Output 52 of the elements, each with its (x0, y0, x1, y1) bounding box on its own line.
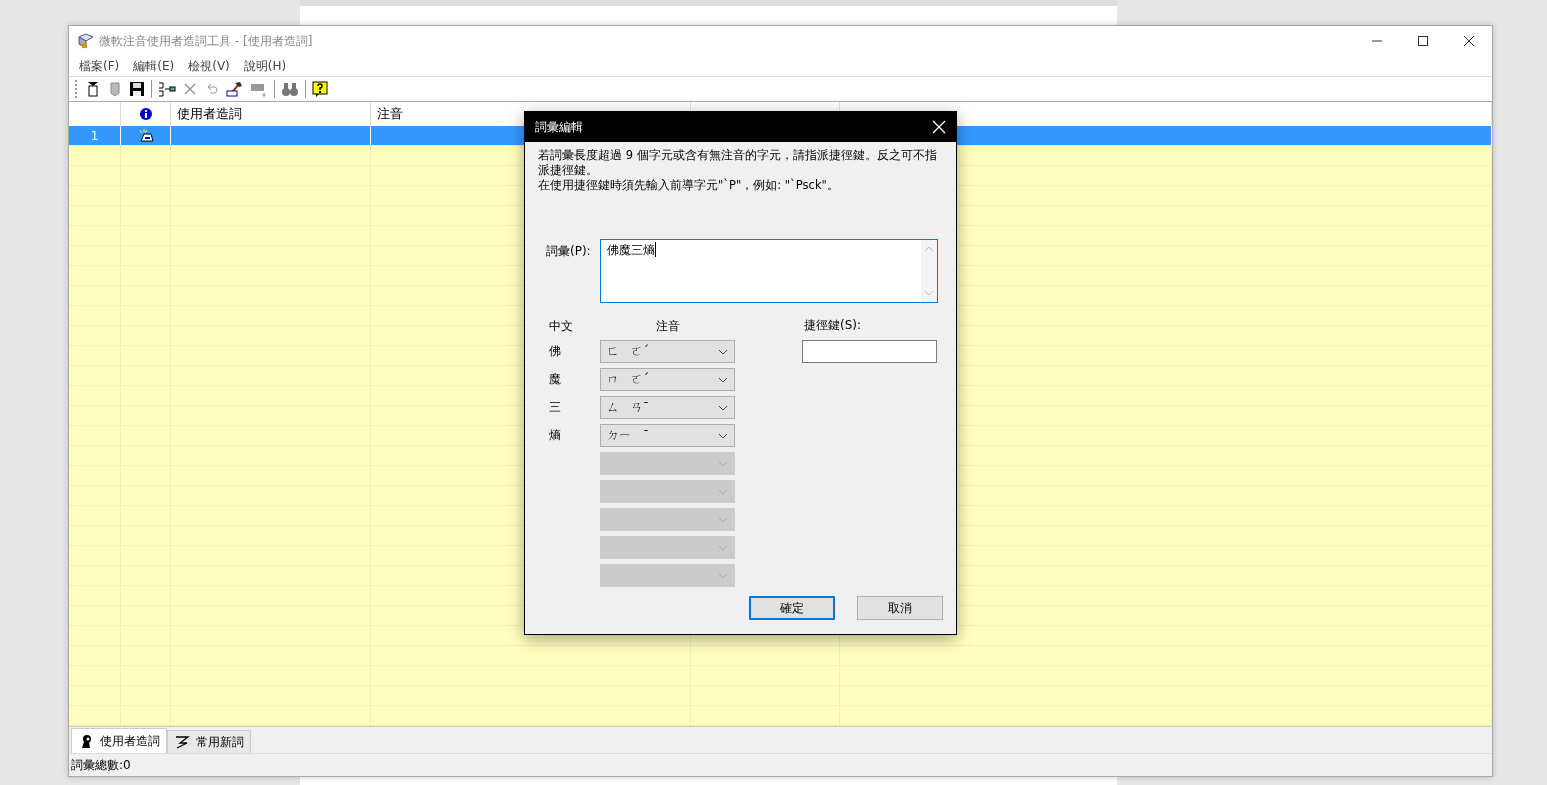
character-label: 三 (548, 399, 562, 416)
phrase-field[interactable]: 佛魔三熵 (600, 239, 938, 303)
instruction-text: 若詞彙長度超過 9 個字元或含有無注音的字元，請指派捷徑鍵。反之可不指派捷徑鍵。 (538, 148, 938, 178)
chevron-down-icon (718, 432, 728, 439)
dialog-title: 詞彙編輯 (535, 118, 583, 136)
window-title: 微軟注音使用者造詞工具 - [使用者造詞] (99, 32, 313, 50)
reading-dropdown[interactable]: ㄈ ㄛˊ (600, 340, 735, 363)
help-icon[interactable] (312, 81, 328, 97)
field-label: 捷徑鍵(S): (803, 317, 863, 334)
chevron-down-icon (718, 460, 728, 467)
tab[interactable]: 使用者造詞 (71, 728, 167, 753)
dialog-button[interactable]: 取消 (857, 596, 943, 620)
new-entry-icon (137, 128, 154, 143)
new-document-icon[interactable] (85, 81, 101, 97)
field-label: 詞彙(P): (545, 243, 592, 260)
reading-dropdown[interactable]: ㄇ ㄛˊ (600, 368, 735, 391)
scroll-down-icon[interactable] (924, 290, 934, 296)
close-button[interactable] (932, 120, 946, 134)
hammer-icon[interactable] (226, 81, 244, 97)
menu-item[interactable]: 檢視(V) (182, 57, 236, 75)
row-number: 1 (69, 126, 121, 145)
delete-icon[interactable] (182, 81, 198, 97)
tab[interactable]: 常用新詞 (167, 730, 251, 753)
insert-icon[interactable] (158, 81, 176, 97)
binoculars-icon[interactable] (281, 81, 299, 97)
character-label: 熵 (548, 427, 562, 444)
chevron-down-icon (718, 376, 728, 383)
chevron-down-icon (718, 572, 728, 579)
column-label: 中文 (548, 317, 574, 335)
character-label: 魔 (548, 371, 562, 388)
chevron-down-icon (718, 544, 728, 551)
character-label: 佛 (548, 343, 562, 360)
reading-dropdown[interactable]: ㄉㄧ ˉ (600, 424, 735, 447)
instruction-text: 在使用捷徑鍵時須先輸入前導字元"`P"，例如: "`Psck"。 (538, 178, 840, 193)
chevron-down-icon (718, 348, 728, 355)
chevron-down-icon (718, 488, 728, 495)
lightning-icon (174, 734, 190, 750)
reading-dropdown[interactable]: ㄙ ㄢˉ (600, 396, 735, 419)
menu-item[interactable]: 說明(H) (237, 57, 293, 75)
shortcut-field[interactable] (802, 340, 937, 363)
status-text: 詞彙總數:0 (69, 753, 1492, 776)
menu-item[interactable]: 檔案(F) (73, 57, 126, 75)
info-icon (139, 108, 152, 120)
tag-icon[interactable] (107, 81, 123, 97)
menu-item[interactable]: 編輯(E) (127, 57, 181, 75)
column-label: 注音 (654, 317, 681, 335)
dialog-button[interactable]: 確定 (749, 596, 835, 620)
chevron-down-icon (718, 516, 728, 523)
chevron-down-icon (718, 404, 728, 411)
add-row-icon[interactable] (250, 81, 268, 97)
save-icon[interactable] (129, 81, 145, 97)
scroll-up-icon[interactable] (924, 246, 934, 252)
